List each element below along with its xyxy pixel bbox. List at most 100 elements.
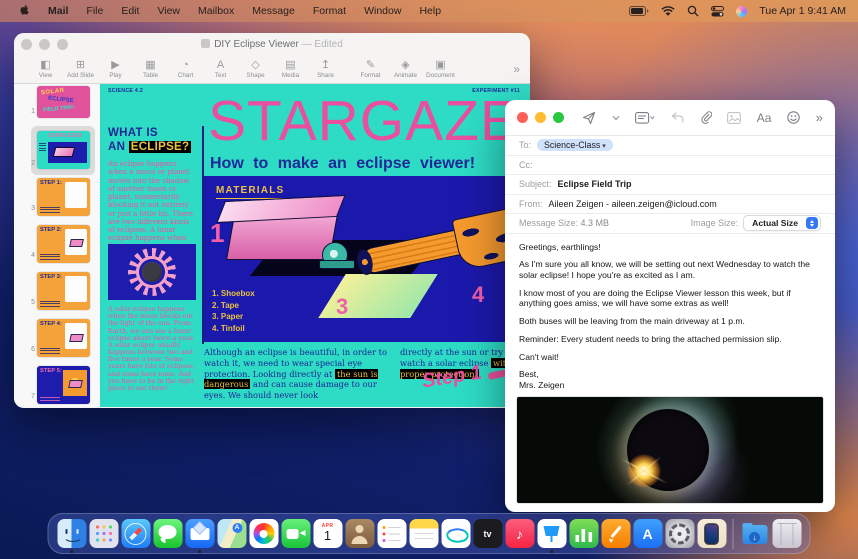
- share-button[interactable]: ↥Share: [308, 60, 343, 79]
- siri-icon[interactable]: [736, 6, 747, 17]
- slide-thumbnail-1[interactable]: SOLAR ECLIPSE FIELD TRIP!: [37, 86, 90, 118]
- dock-item-tv[interactable]: tv: [473, 519, 502, 548]
- dock-item-messages[interactable]: [153, 519, 182, 548]
- dock-item-reminders[interactable]: [377, 519, 406, 548]
- menu-item-edit[interactable]: Edit: [112, 5, 148, 17]
- slide-thumbnail-6[interactable]: STEP 4:: [37, 319, 90, 357]
- keynote-window: DIY Eclipse Viewer — Edited ◧View ⊞Add S…: [14, 33, 530, 408]
- dock-item-facetime[interactable]: [281, 519, 310, 548]
- zoom-button[interactable]: [553, 112, 564, 123]
- battery-icon[interactable]: [629, 6, 649, 16]
- dock-item-iphone-mirroring[interactable]: [697, 519, 726, 548]
- dock-item-appstore[interactable]: A: [633, 519, 662, 548]
- close-button[interactable]: [517, 112, 528, 123]
- message-body[interactable]: Greetings, earthlings! As I'm sure you a…: [505, 234, 835, 391]
- tape-illustration: [322, 242, 348, 268]
- menu-item-mail[interactable]: Mail: [39, 5, 77, 17]
- wifi-icon[interactable]: [661, 6, 675, 17]
- dock-item-trash[interactable]: [772, 519, 801, 548]
- menu-item-message[interactable]: Message: [243, 5, 304, 17]
- eclipse-paragraph-2: A solar eclipse happens when the moon bl…: [108, 306, 198, 392]
- body-paragraph: Can't wait!: [519, 352, 821, 363]
- media-button[interactable]: ▤Media: [273, 60, 308, 79]
- cc-field[interactable]: Cc:: [505, 156, 835, 176]
- animate-button[interactable]: ◈Animate: [388, 60, 423, 79]
- thumb-text-lines: [40, 396, 60, 401]
- thumb-text-lines: [40, 346, 60, 354]
- header-fields-icon[interactable]: [635, 112, 655, 124]
- format-aa-icon[interactable]: Aa: [757, 111, 772, 125]
- search-icon[interactable]: [687, 5, 699, 17]
- trash-icon: [772, 519, 801, 548]
- attach-icon[interactable]: [700, 111, 712, 125]
- menu-item-window[interactable]: Window: [355, 5, 410, 17]
- dock-item-launchpad[interactable]: [89, 519, 118, 548]
- document-proxy-icon: [201, 39, 210, 48]
- control-center-icon[interactable]: [711, 6, 724, 17]
- running-indicator: [550, 550, 553, 553]
- dock-item-calendar[interactable]: APR1: [313, 519, 342, 548]
- subject-field[interactable]: Subject: Eclipse Field Trip: [505, 175, 835, 195]
- from-field[interactable]: From: Aileen Zeigen - aileen.zeigen@iclo…: [505, 195, 835, 215]
- dock-item-photos[interactable]: [249, 519, 278, 548]
- format-button[interactable]: ✎Format: [353, 60, 388, 79]
- dock-item-freeform[interactable]: [441, 519, 470, 548]
- dock-item-pages[interactable]: [601, 519, 630, 548]
- dock-item-safari[interactable]: [121, 519, 150, 548]
- chart-button[interactable]: ◔Chart: [168, 60, 203, 79]
- body-paragraph: Both buses will be leaving from the main…: [519, 316, 821, 327]
- subject-value: Eclipse Field Trip: [558, 179, 632, 189]
- dock-item-finder[interactable]: [57, 519, 86, 548]
- dock-item-keynote[interactable]: [537, 519, 566, 548]
- dock: APR1 tv ♪ A: [48, 513, 811, 554]
- chevron-down-icon[interactable]: [612, 115, 620, 121]
- warning-paragraph-left: Although an eclipse is beautiful, in ord…: [204, 347, 392, 401]
- menu-item-help[interactable]: Help: [410, 5, 450, 17]
- document-button[interactable]: ▣Document: [423, 60, 458, 79]
- thumb-text-lines: [40, 252, 60, 260]
- slide-thumbnail-3[interactable]: STEP 1:: [37, 178, 90, 216]
- overflow-chevrons-icon[interactable]: »: [816, 110, 823, 125]
- slide-thumbnail-5[interactable]: STEP 3:: [37, 272, 90, 310]
- dock-item-downloads[interactable]: [740, 519, 769, 548]
- slide-thumbnail-7[interactable]: STEP 5:: [37, 366, 90, 404]
- menu-item-file[interactable]: File: [77, 5, 112, 17]
- recipient-token[interactable]: Science-Class▾: [537, 139, 613, 151]
- slide-canvas[interactable]: SCIENCE 4.2 EXPERIMENT #11 WHAT IS AN EC…: [100, 84, 530, 407]
- dock-item-maps[interactable]: [217, 519, 246, 548]
- music-icon: ♪: [505, 519, 534, 548]
- size-row: Message Size: 4.3 MB Image Size: Actual …: [505, 214, 835, 234]
- dock-item-settings[interactable]: [665, 519, 694, 548]
- text-button[interactable]: AText: [203, 60, 238, 79]
- menu-bar: Mail File Edit View Mailbox Message Form…: [0, 0, 858, 22]
- apple-menu-icon[interactable]: [10, 3, 39, 19]
- dock-item-notes[interactable]: [409, 519, 438, 548]
- materials-title: MATERIALS: [216, 185, 284, 199]
- dock-item-music[interactable]: ♪: [505, 519, 534, 548]
- shape-button[interactable]: ◇Shape: [238, 60, 273, 79]
- slide-thumbnail-2-selected[interactable]: STARGAZER: [37, 131, 90, 169]
- maps-icon: [217, 519, 246, 548]
- slide-thumbnail-4[interactable]: STEP 2:: [37, 225, 90, 263]
- table-button[interactable]: ▦Table: [133, 60, 168, 79]
- add-slide-button[interactable]: ⊞Add Slide: [63, 60, 98, 79]
- image-size-select[interactable]: Actual Size: [743, 215, 821, 231]
- toolbar-overflow-chevron[interactable]: »: [513, 62, 520, 76]
- menu-item-format[interactable]: Format: [304, 5, 355, 17]
- dock-item-mail[interactable]: [185, 519, 214, 548]
- minimize-button[interactable]: [535, 112, 546, 123]
- menu-item-view[interactable]: View: [148, 5, 189, 17]
- dock-item-numbers[interactable]: [569, 519, 598, 548]
- menu-item-mailbox[interactable]: Mailbox: [189, 5, 243, 17]
- send-icon[interactable]: [582, 111, 596, 125]
- to-field[interactable]: To: Science-Class▾: [505, 136, 835, 156]
- mail-toolbar: Aa »: [505, 100, 835, 136]
- play-button[interactable]: ▶Play: [98, 60, 133, 79]
- view-button[interactable]: ◧View: [28, 60, 63, 79]
- menu-bar-clock[interactable]: Tue Apr 1 9:41 AM: [759, 5, 846, 17]
- undo-icon[interactable]: [671, 112, 684, 123]
- insert-photo-icon[interactable]: [727, 112, 741, 124]
- dock-item-contacts[interactable]: [345, 519, 374, 548]
- eclipse-photo-attachment[interactable]: [517, 397, 823, 503]
- emoji-icon[interactable]: [787, 111, 800, 124]
